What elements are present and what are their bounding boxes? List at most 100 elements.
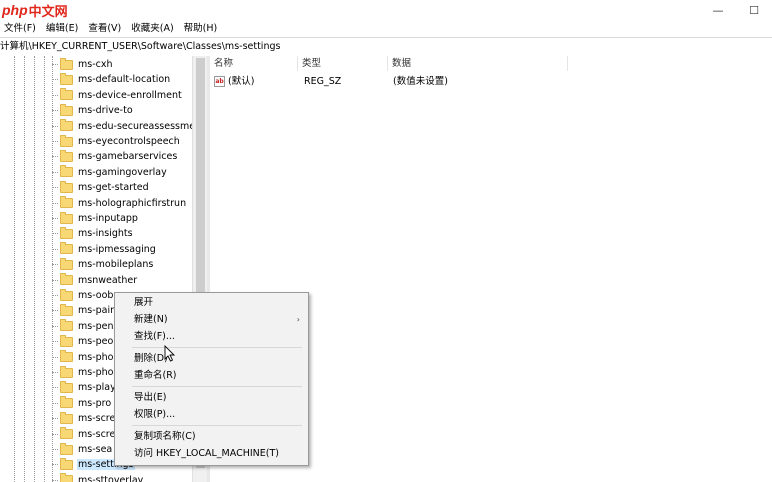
folder-icon xyxy=(60,103,73,116)
tree-item-label: ms-cxh xyxy=(78,59,113,70)
tree-connector xyxy=(52,341,58,343)
ctx-permissions-label: 权限(P)... xyxy=(134,409,176,420)
tree-item[interactable]: ms-drive-to xyxy=(52,103,134,118)
mouse-cursor-icon xyxy=(164,345,176,362)
value-type: REG_SZ xyxy=(304,76,342,87)
tree-item[interactable]: ms-inputapp xyxy=(52,211,139,226)
tree-item[interactable]: ms-gamebarservices xyxy=(52,149,178,164)
tree-item[interactable]: ms-edu-secureassessment xyxy=(52,119,192,134)
column-header-data[interactable]: 数据 xyxy=(388,56,568,71)
tree-item-label: ms-peo xyxy=(78,336,114,348)
menu-separator xyxy=(132,386,302,387)
ctx-export[interactable]: 导出(E) xyxy=(115,389,308,406)
tree-item[interactable]: ms-pro xyxy=(52,396,112,411)
folder-icon xyxy=(60,257,73,270)
tree-item[interactable]: ms-cxh xyxy=(52,57,114,72)
folder-icon xyxy=(60,350,73,363)
tree-item[interactable]: ms-sea xyxy=(52,442,113,457)
tree-item[interactable]: ms-oob xyxy=(52,288,114,303)
tree-connector xyxy=(52,356,58,358)
tree-connector xyxy=(52,479,58,481)
folder-icon xyxy=(60,119,73,132)
window-controls: — ☐ xyxy=(700,0,772,20)
tree-item[interactable]: ms-ipmessaging xyxy=(52,242,157,257)
ctx-new[interactable]: 新建(N) › xyxy=(115,311,308,328)
ctx-rename[interactable]: 重命名(R) xyxy=(115,367,308,384)
tree-item[interactable]: ms-mobileplans xyxy=(52,257,154,272)
tree-item[interactable]: ms-device-enrollment xyxy=(52,88,183,103)
ctx-delete-label: 删除(D) xyxy=(134,353,168,364)
tree-item-label: ms-scre xyxy=(78,428,116,440)
tree-connector xyxy=(52,310,58,312)
tree-guide-line xyxy=(34,56,35,482)
tree-connector xyxy=(52,248,58,250)
menu-separator xyxy=(132,425,302,426)
folder-icon xyxy=(60,442,73,455)
tree-item-label: ms-eyecontrolspeech xyxy=(78,136,180,147)
tree-connector xyxy=(52,433,58,435)
folder-icon xyxy=(60,242,73,255)
tree-item-label: ms-device-enrollment xyxy=(78,89,182,101)
tree-item-label: ms-mobileplans xyxy=(78,259,154,271)
menu-favorites[interactable]: 收藏夹(A) xyxy=(127,20,177,37)
tree-item-label: ms-sttoverlay xyxy=(78,474,144,482)
folder-icon xyxy=(60,427,73,440)
tree-item[interactable]: ms-pair xyxy=(52,303,115,318)
tree-item[interactable]: ms-scre xyxy=(52,411,116,426)
ctx-find[interactable]: 查找(F)... xyxy=(115,328,308,345)
tree-item[interactable]: ms-sttoverlay xyxy=(52,473,144,482)
ctx-delete[interactable]: 删除(D) xyxy=(115,350,308,367)
tree-connector xyxy=(52,279,58,281)
tree-item[interactable]: ms-scre xyxy=(52,427,116,442)
ctx-permissions[interactable]: 权限(P)... xyxy=(115,406,308,423)
menu-file[interactable]: 文件(F) xyxy=(0,20,40,37)
tree-connector xyxy=(52,233,58,235)
tree-item[interactable]: msnweather xyxy=(52,273,138,288)
tree-item-label: ms-pho xyxy=(78,367,114,378)
tree-item-label: ms-scre xyxy=(78,413,116,425)
tree-item-label: ms-sea xyxy=(78,444,113,455)
tree-item[interactable]: ms-get-started xyxy=(52,180,150,195)
menu-help[interactable]: 帮助(H) xyxy=(180,20,222,37)
folder-icon xyxy=(60,72,73,85)
ctx-goto-hklm[interactable]: 访问 HKEY_LOCAL_MACHINE(T) xyxy=(115,445,308,462)
tree-connector xyxy=(52,418,58,420)
context-menu: 展开 新建(N) › 查找(F)... 删除(D) 重命名(R) 导出(E) 权限… xyxy=(114,292,309,466)
address-bar[interactable]: 计算机\HKEY_CURRENT_USER\Software\Classes\m… xyxy=(0,37,772,57)
tree-item[interactable]: ms-pho xyxy=(52,365,115,380)
tree-connector xyxy=(52,156,58,158)
maximize-button[interactable]: ☐ xyxy=(736,0,772,20)
menu-view[interactable]: 查看(V) xyxy=(84,20,125,37)
tree-connector xyxy=(52,264,58,266)
column-header-type[interactable]: 类型 xyxy=(298,56,388,71)
folder-icon xyxy=(60,134,73,147)
tree-item[interactable]: ms-peo xyxy=(52,334,114,349)
tree-item-label: ms-gamingoverlay xyxy=(78,166,167,178)
ctx-expand[interactable]: 展开 xyxy=(115,294,308,311)
tree-connector xyxy=(52,171,58,173)
tree-item[interactable]: ms-play xyxy=(52,380,117,395)
folder-icon xyxy=(60,165,73,178)
ctx-find-label: 查找(F)... xyxy=(134,331,175,342)
tree-item[interactable]: ms-gamingoverlay xyxy=(52,165,168,180)
tree-connector xyxy=(52,110,58,112)
tree-item[interactable]: ms-holographicfirstrun xyxy=(52,196,187,211)
tree-connector xyxy=(52,325,58,327)
tree-item[interactable]: ms-insights xyxy=(52,226,134,241)
tree-item[interactable]: ms-pho xyxy=(52,350,115,365)
folder-icon xyxy=(60,319,73,332)
tree-item-label: ms-gamebarservices xyxy=(78,151,178,163)
tree-item[interactable]: ms-eyecontrolspeech xyxy=(52,134,181,149)
ctx-copy-key-name-label: 复制项名称(C) xyxy=(134,431,196,442)
ctx-copy-key-name[interactable]: 复制项名称(C) xyxy=(115,428,308,445)
folder-icon xyxy=(60,211,73,224)
minimize-button[interactable]: — xyxy=(700,0,736,20)
tree-item-label: ms-insights xyxy=(78,228,133,240)
tree-item-label: ms-drive-to xyxy=(78,105,133,117)
value-row[interactable]: ab (默认) REG_SZ (数值未设置) xyxy=(210,74,772,89)
menu-edit[interactable]: 编辑(E) xyxy=(42,20,82,37)
tree-item[interactable]: ms-default-location xyxy=(52,72,171,87)
tree-item[interactable]: ms-pen xyxy=(52,319,115,334)
column-header-name[interactable]: 名称 xyxy=(210,56,298,71)
tree-connector xyxy=(52,295,58,296)
